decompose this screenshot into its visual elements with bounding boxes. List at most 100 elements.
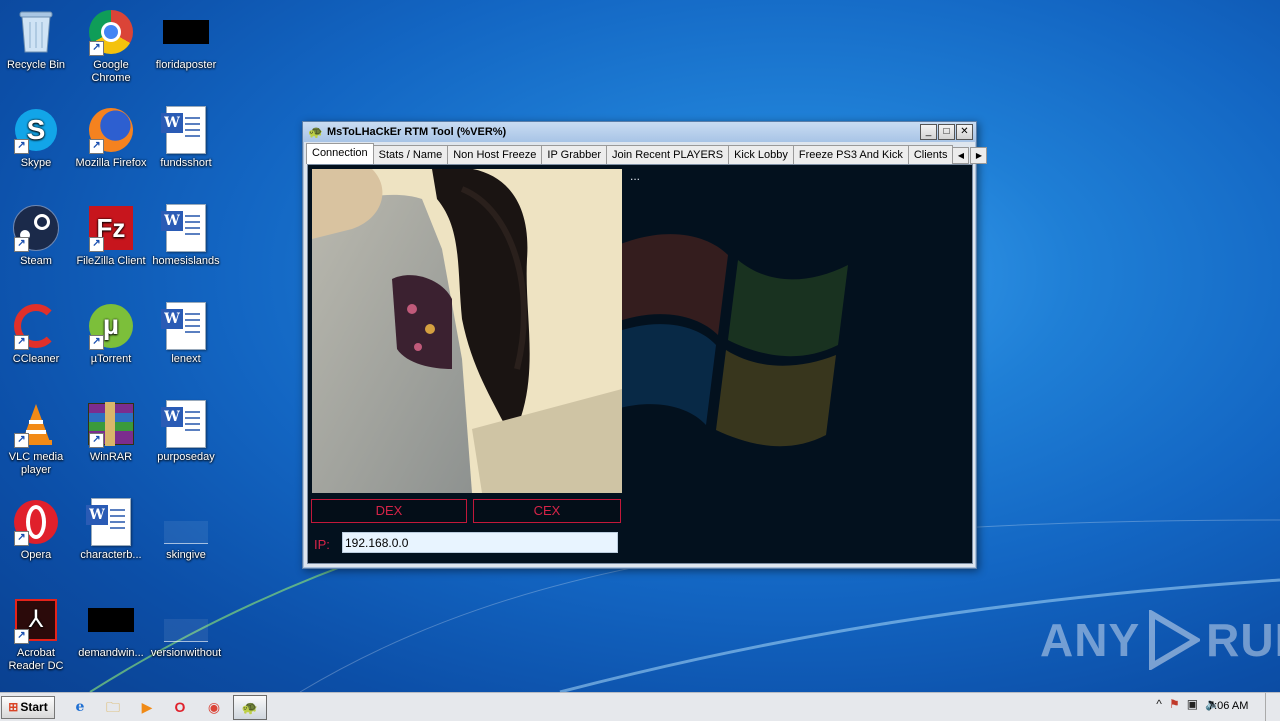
desktop-icon-mozilla-firefox[interactable]: ↗ Mozilla Firefox bbox=[73, 106, 149, 170]
tab-connection[interactable]: Connection bbox=[306, 143, 374, 164]
desktop-icon-label: Acrobat Reader DC bbox=[8, 647, 64, 672]
desktop-icon-demandwin[interactable]: demandwin... bbox=[73, 596, 149, 660]
dex-button[interactable]: DEX bbox=[311, 499, 467, 523]
desktop-icon-label: characterb... bbox=[80, 549, 142, 561]
shortcut-arrow-icon: ↗ bbox=[89, 433, 104, 448]
media-player-icon[interactable]: ▶ bbox=[136, 697, 158, 717]
black-thumbnail-icon bbox=[87, 596, 135, 644]
status-text: ... bbox=[630, 169, 641, 183]
desktop-icon-label: Mozilla Firefox bbox=[75, 157, 147, 169]
desktop-icon-filezilla[interactable]: Fz ↗ FileZilla Client bbox=[73, 204, 149, 268]
desktop-icon-label: versionwithout bbox=[150, 647, 222, 659]
action-center-icon[interactable]: ⚑ bbox=[1169, 697, 1180, 711]
desktop-icon-label: homesislands bbox=[152, 255, 220, 267]
start-label: Start bbox=[20, 700, 48, 714]
minimize-button[interactable]: _ bbox=[920, 124, 937, 140]
desktop-icon-characterb[interactable]: W characterb... bbox=[73, 498, 149, 562]
ip-address-input[interactable] bbox=[342, 532, 618, 553]
desktop-icon-utorrent[interactable]: µ ↗ µTorrent bbox=[73, 302, 149, 366]
maximize-button[interactable]: □ bbox=[938, 124, 955, 140]
desktop-icon-homesislands[interactable]: W homesislands bbox=[148, 204, 224, 268]
word-document-icon: W bbox=[161, 400, 210, 448]
desktop-icon-label: purposeday bbox=[157, 451, 215, 463]
turtle-app-icon: 🐢 bbox=[308, 125, 323, 139]
desktop-icon-lenext[interactable]: W lenext bbox=[148, 302, 224, 366]
window-titlebar[interactable]: 🐢 MsToLHaCkEr RTM Tool (%VER%) _ □ ✕ bbox=[303, 122, 976, 142]
tab-scroll-right-icon[interactable]: ▶ bbox=[970, 147, 988, 164]
start-button[interactable]: ⊞ Start bbox=[1, 696, 55, 719]
taskbar: ⊞ Start e 🗀 ▶ O ◉ 🐢 ^ ⚑ ▣ 🔈 7:06 AM bbox=[0, 692, 1280, 721]
desktop-icon-skype[interactable]: S ↗ Skype bbox=[0, 106, 74, 170]
desktop-icon-label: skingive bbox=[166, 549, 206, 561]
desktop-icon-skingive[interactable]: skingive bbox=[148, 498, 224, 562]
desktop-icon-versionwithout[interactable]: versionwithout bbox=[148, 596, 224, 660]
tab-freeze-ps3-and-kick[interactable]: Freeze PS3 And Kick bbox=[792, 145, 909, 164]
cex-button[interactable]: CEX bbox=[473, 499, 621, 523]
tab-join-recent-players[interactable]: Join Recent PLAYERS bbox=[606, 145, 730, 164]
desktop-icon-label: Google Chrome bbox=[91, 59, 131, 84]
desktop-icon-label: WinRAR bbox=[89, 451, 133, 463]
shortcut-arrow-icon: ↗ bbox=[89, 139, 104, 154]
ip-label: IP: bbox=[314, 537, 330, 552]
desktop-icon-ccleaner[interactable]: ↗ CCleaner bbox=[0, 302, 74, 366]
word-document-icon: W bbox=[161, 204, 210, 252]
desktop-icon-label: fundsshort bbox=[160, 157, 212, 169]
desktop-icon-vlc[interactable]: ↗ VLC media player bbox=[0, 400, 74, 477]
close-button[interactable]: ✕ bbox=[956, 124, 973, 140]
explorer-icon[interactable]: 🗀 bbox=[102, 697, 124, 717]
desktop-icon-label: FileZilla Client bbox=[76, 255, 146, 267]
tray-chevron-icon[interactable]: ^ bbox=[1156, 697, 1162, 711]
clock[interactable]: 7:06 AM bbox=[1208, 700, 1248, 712]
desktop-icon-purposeday[interactable]: W purposeday bbox=[148, 400, 224, 464]
tab-strip: Connection Stats / Name Non Host Freeze … bbox=[306, 143, 988, 164]
word-document-icon: W bbox=[86, 498, 135, 546]
skype-icon: S ↗ bbox=[12, 106, 60, 154]
taskbar-active-app-turtle[interactable]: 🐢 bbox=[233, 695, 267, 720]
desktop-icon-label: Opera bbox=[20, 549, 52, 561]
shortcut-arrow-icon: ↗ bbox=[14, 237, 29, 252]
tab-scroll-left-icon[interactable]: ◀ bbox=[952, 147, 970, 164]
tab-clients[interactable]: Clients bbox=[907, 145, 954, 164]
chrome-icon[interactable]: ◉ bbox=[203, 697, 225, 717]
shortcut-arrow-icon: ↗ bbox=[14, 433, 29, 448]
desktop-icon-label: Steam bbox=[20, 255, 52, 267]
app-window[interactable]: 🐢 MsToLHaCkEr RTM Tool (%VER%) _ □ ✕ Con… bbox=[302, 121, 988, 569]
desktop-icon-google-chrome[interactable]: ↗ Google Chrome bbox=[73, 8, 149, 85]
watermark-text-right: RUN bbox=[1206, 614, 1280, 666]
shortcut-arrow-icon: ↗ bbox=[89, 335, 104, 350]
shortcut-arrow-icon: ↗ bbox=[14, 629, 29, 644]
desktop-icon-floridaposter[interactable]: floridaposter bbox=[148, 8, 224, 72]
filezilla-icon: Fz ↗ bbox=[87, 204, 135, 252]
desktop-icon-steam[interactable]: ↗ Steam bbox=[0, 204, 74, 268]
desktop-icon-label: µTorrent bbox=[90, 353, 132, 365]
utorrent-icon: µ ↗ bbox=[87, 302, 135, 350]
opera-icon[interactable]: O bbox=[169, 697, 191, 717]
tab-stats-name[interactable]: Stats / Name bbox=[372, 145, 449, 164]
shortcut-arrow-icon: ↗ bbox=[89, 41, 104, 56]
word-document-icon: W bbox=[161, 106, 210, 154]
tab-kick-lobby[interactable]: Kick Lobby bbox=[728, 145, 794, 164]
desktop-icon-label: Skype bbox=[20, 157, 52, 169]
window-title: MsToLHaCkEr RTM Tool (%VER%) bbox=[326, 126, 507, 138]
desktop-icon-label: demandwin... bbox=[78, 647, 144, 659]
shortcut-arrow-icon: ↗ bbox=[14, 531, 29, 546]
desktop-icon-winrar[interactable]: ↗ WinRAR bbox=[73, 400, 149, 464]
steam-icon: ↗ bbox=[12, 204, 60, 252]
tab-non-host-freeze[interactable]: Non Host Freeze bbox=[447, 145, 543, 164]
play-logo-icon bbox=[1149, 610, 1201, 670]
tab-ip-grabber[interactable]: IP Grabber bbox=[541, 145, 607, 164]
winrar-icon: ↗ bbox=[87, 400, 135, 448]
windows-logo-background bbox=[608, 234, 848, 447]
desktop-icon-recycle-bin[interactable]: Recycle Bin bbox=[0, 8, 74, 72]
ie-icon[interactable]: e bbox=[69, 697, 91, 717]
desktop-icon-fundsshort[interactable]: W fundsshort bbox=[148, 106, 224, 170]
opera-icon: ↗ bbox=[12, 498, 60, 546]
connection-panel: ... DEX CEX IP: bbox=[307, 164, 973, 564]
desktop-icon-label: VLC media player bbox=[8, 451, 64, 476]
desktop-icon-opera[interactable]: ↗ Opera bbox=[0, 498, 74, 562]
windows-flag-icon: ⊞ bbox=[8, 700, 19, 714]
window-controls: _ □ ✕ bbox=[920, 124, 973, 140]
desktop-icon-acrobat[interactable]: ⅄ ↗ Acrobat Reader DC bbox=[0, 596, 74, 673]
show-desktop-button[interactable] bbox=[1265, 693, 1280, 721]
network-icon[interactable]: ▣ bbox=[1187, 697, 1198, 711]
